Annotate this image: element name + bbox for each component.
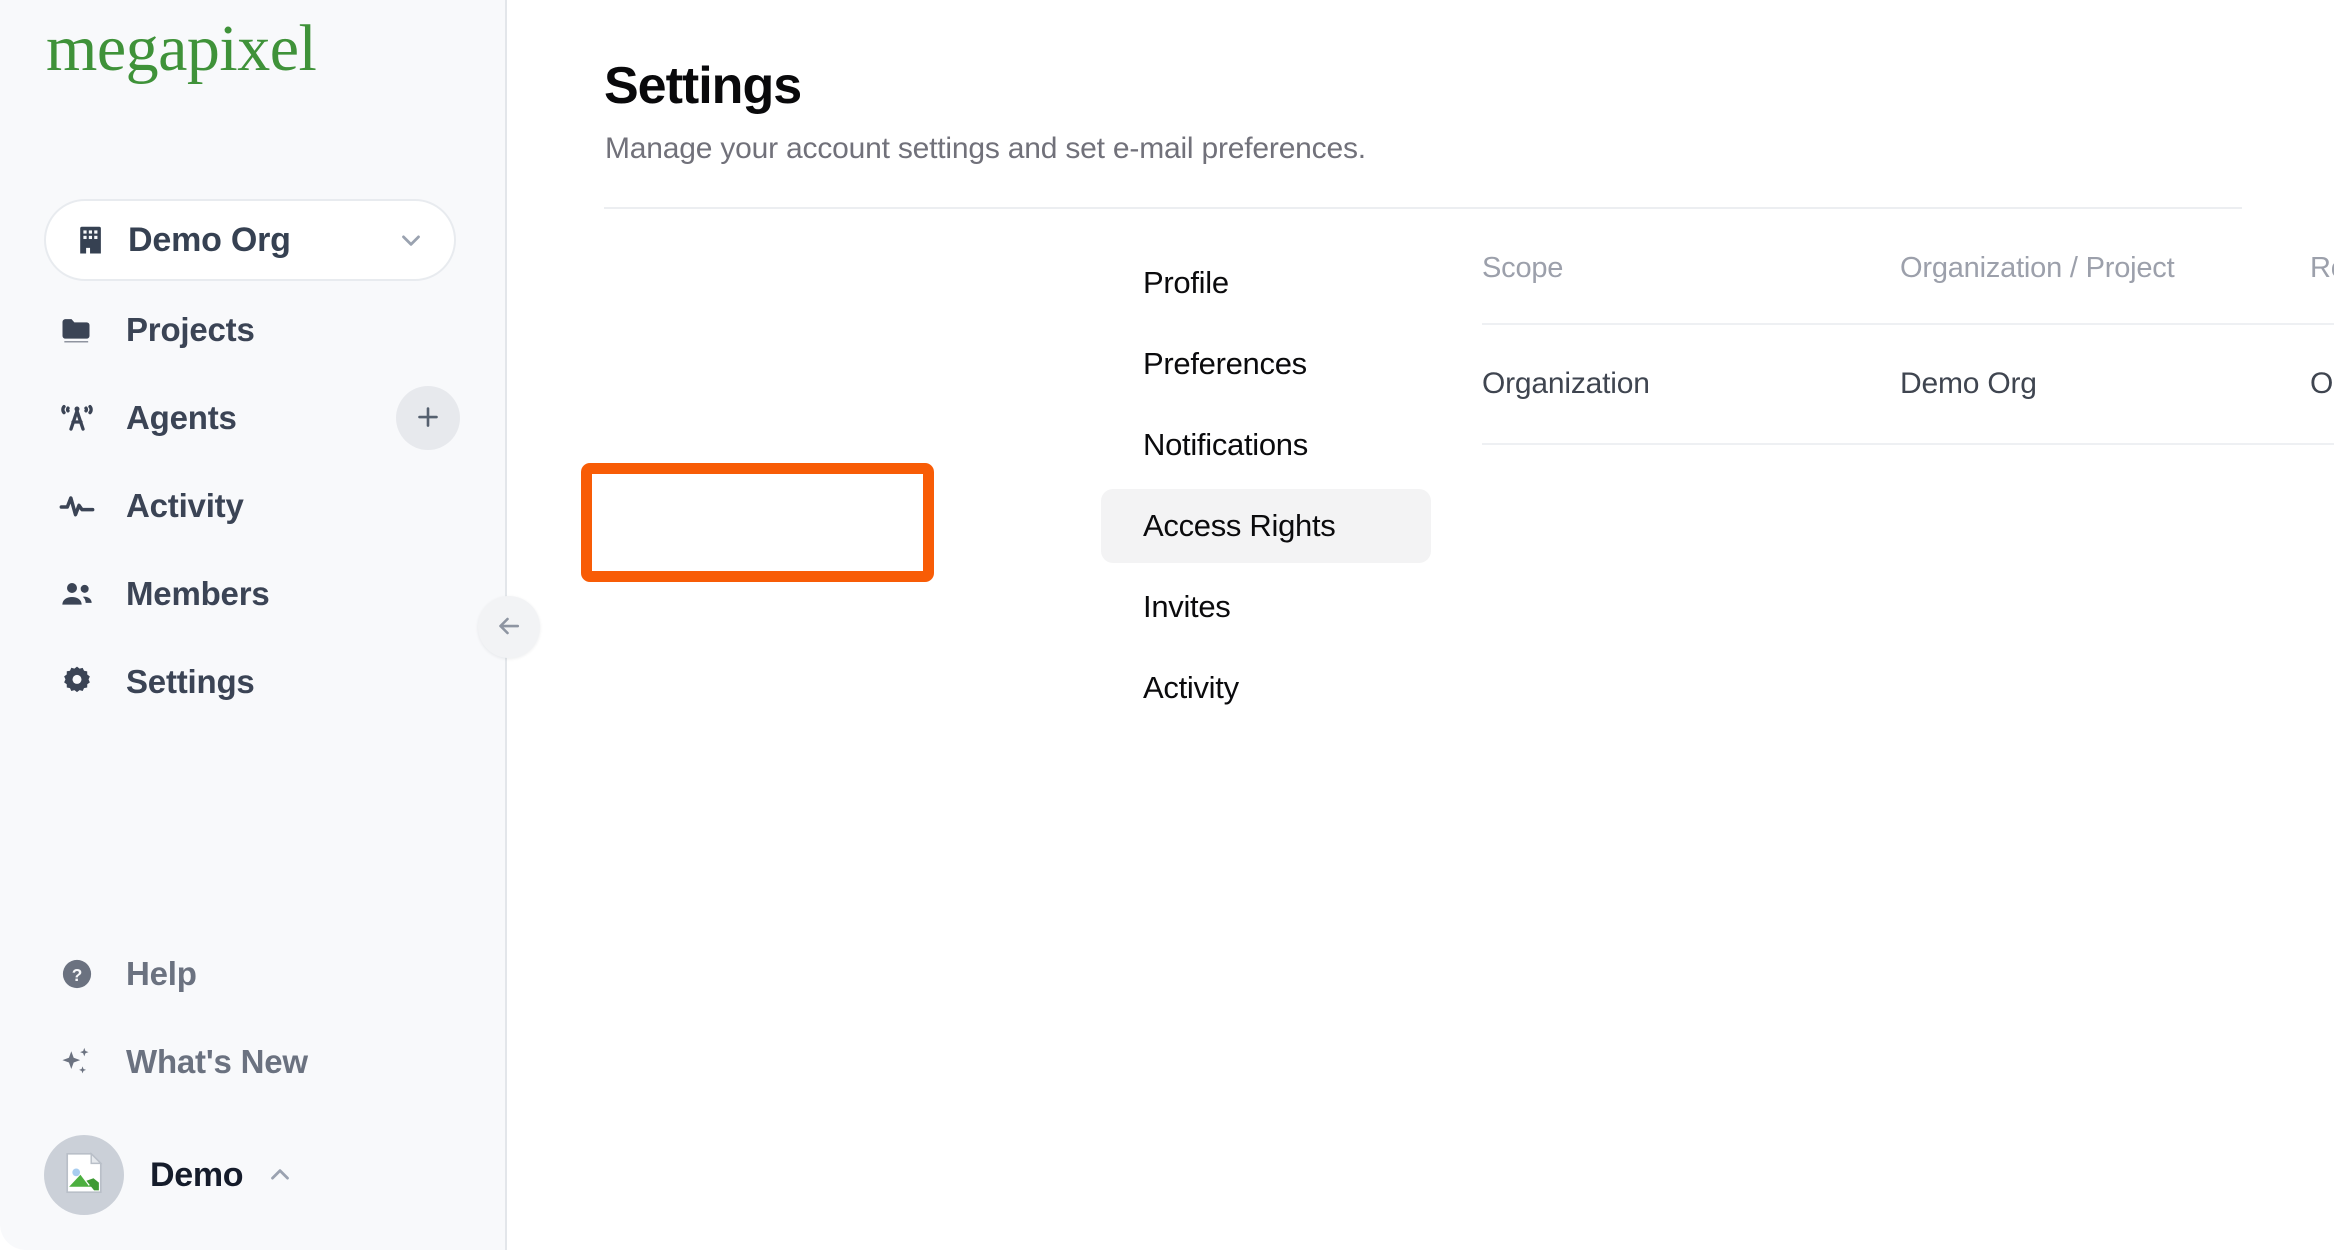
tab-profile[interactable]: Profile <box>1101 246 1431 320</box>
settings-nav: Profile Preferences Notifications Access… <box>1101 246 1431 732</box>
table-header-row: Scope Organization / Project Role <box>1482 252 2334 325</box>
app-root: megapixel Demo Org Projects Agents Activ… <box>0 0 2334 1250</box>
gear-icon <box>54 659 100 705</box>
tab-preferences[interactable]: Preferences <box>1101 327 1431 401</box>
cell-role: Organization admin (default) <box>2310 324 2334 445</box>
broken-image-placeholder-icon <box>60 1149 108 1202</box>
sidebar-item-help[interactable]: ? Help <box>54 946 197 1002</box>
sidebar-item-label: Activity <box>126 487 244 524</box>
plus-icon <box>413 402 443 435</box>
sparkles-icon <box>54 1039 100 1085</box>
question-circle-icon: ? <box>54 951 100 997</box>
org-switcher-label: Demo Org <box>128 220 291 259</box>
sidebar-item-label: Settings <box>126 663 255 700</box>
chevron-up-icon <box>265 1160 295 1190</box>
sidebar-item-activity[interactable]: Activity <box>54 478 244 534</box>
svg-text:?: ? <box>72 965 83 985</box>
sidebar-item-projects[interactable]: Projects <box>54 302 255 358</box>
sidebar: megapixel Demo Org Projects Agents Activ… <box>0 0 507 1250</box>
sidebar-item-label: Agents <box>126 399 237 436</box>
header-divider <box>604 207 2242 209</box>
chevron-down-icon <box>396 225 426 255</box>
page-subtitle: Manage your account settings and set e-m… <box>605 132 1366 165</box>
sidebar-item-label: Members <box>126 575 270 612</box>
tab-activity[interactable]: Activity <box>1101 651 1431 725</box>
sidebar-item-agents[interactable]: Agents <box>54 390 237 446</box>
page-title: Settings <box>604 57 802 115</box>
sidebar-item-label: Help <box>126 955 197 992</box>
sidebar-item-whats-new[interactable]: What's New <box>54 1034 308 1090</box>
tab-access-rights[interactable]: Access Rights <box>1101 489 1431 563</box>
sidebar-item-members[interactable]: Members <box>54 566 270 622</box>
building-icon <box>78 224 108 256</box>
column-header-organization-project: Organization / Project <box>1900 252 2310 325</box>
sidebar-collapse-button[interactable] <box>478 596 540 658</box>
avatar <box>44 1135 124 1215</box>
broadcast-tower-icon <box>54 395 100 441</box>
column-header-scope: Scope <box>1482 252 1900 325</box>
add-agent-button[interactable] <box>396 386 460 450</box>
user-menu[interactable]: Demo <box>44 1133 295 1217</box>
tab-notifications[interactable]: Notifications <box>1101 408 1431 482</box>
people-icon <box>54 571 100 617</box>
user-name: Demo <box>150 1155 244 1194</box>
cell-scope: Organization <box>1482 324 1900 445</box>
sidebar-item-settings[interactable]: Settings <box>54 654 255 710</box>
table-row: Organization Demo Org Organization admin… <box>1482 324 2334 445</box>
sidebar-item-label: What's New <box>126 1043 308 1080</box>
column-header-role: Role <box>2310 252 2334 325</box>
sidebar-item-label: Projects <box>126 311 255 348</box>
main-content: Settings Manage your account settings an… <box>507 0 2334 1250</box>
pulse-icon <box>54 483 100 529</box>
org-switcher[interactable]: Demo Org <box>44 199 456 281</box>
tab-invites[interactable]: Invites <box>1101 570 1431 644</box>
cell-organization-project: Demo Org <box>1900 324 2310 445</box>
arrow-left-icon <box>494 611 524 644</box>
folder-icon <box>54 307 100 353</box>
app-logo[interactable]: megapixel <box>46 16 317 82</box>
access-rights-table: Scope Organization / Project Role Organi… <box>1482 252 2334 445</box>
